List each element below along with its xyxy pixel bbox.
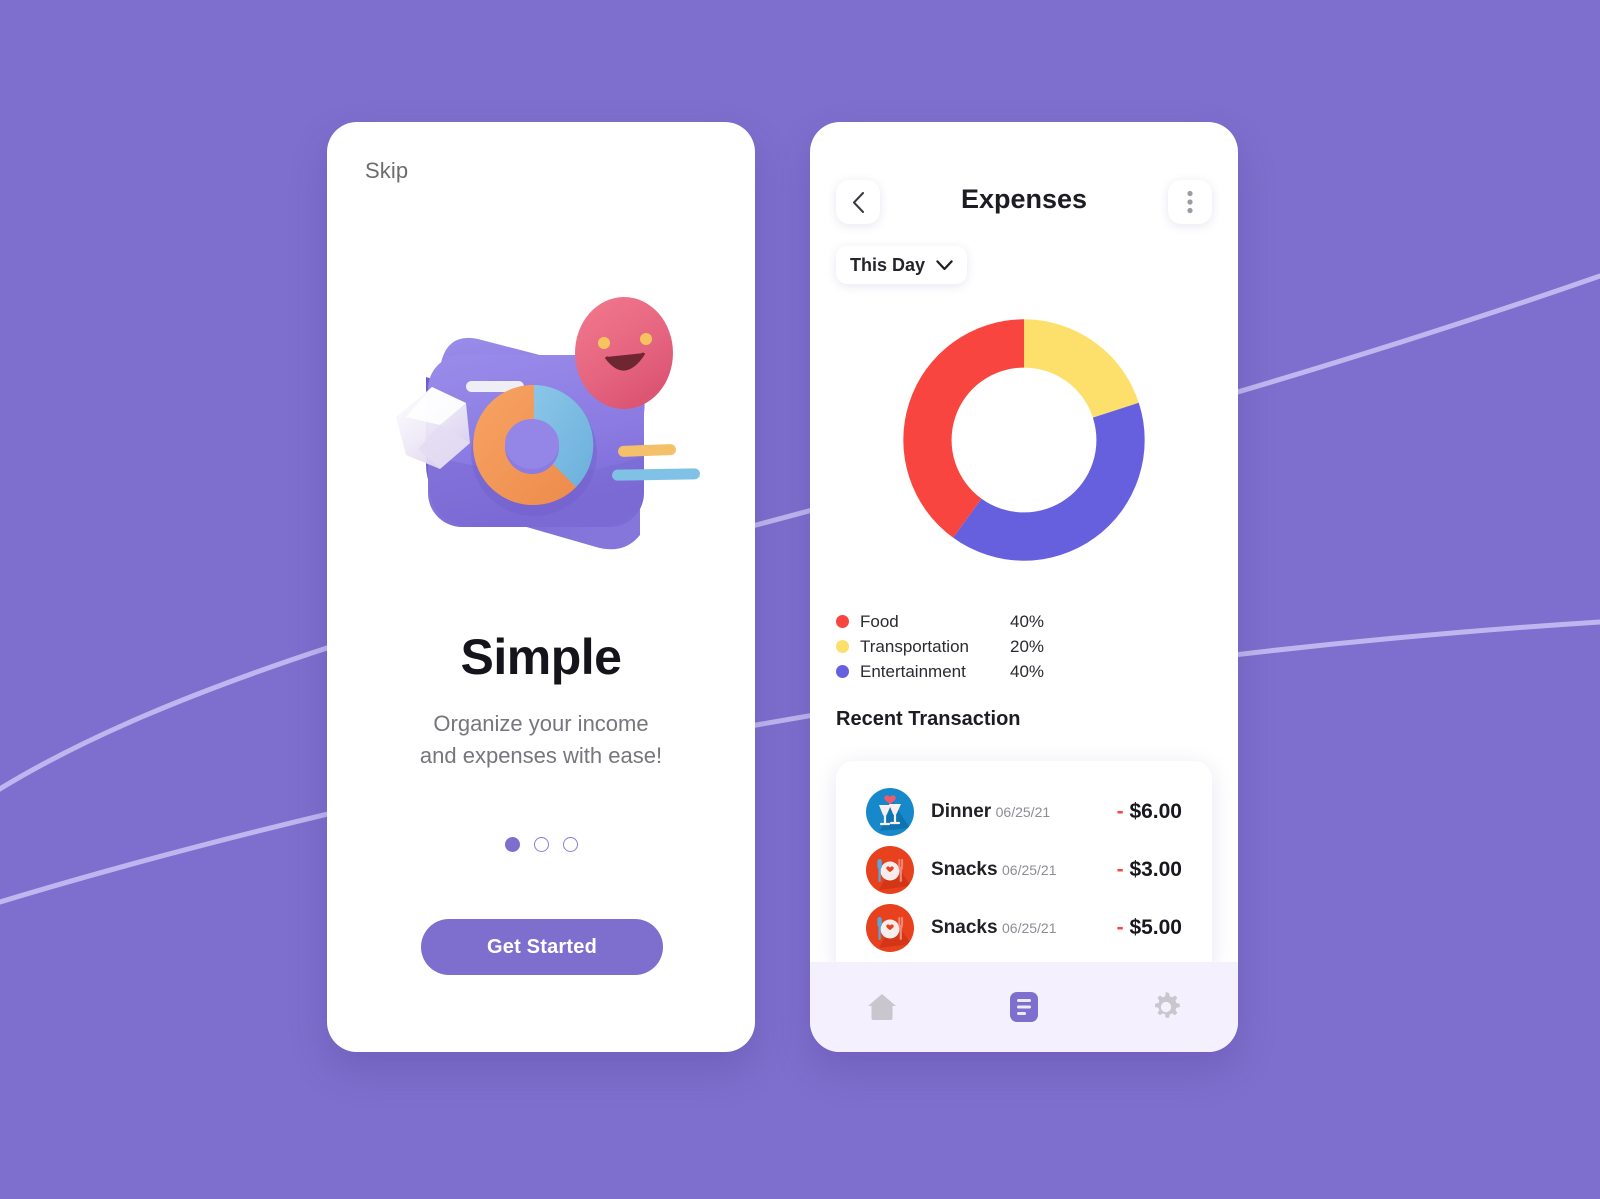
amount-minus-sign: - bbox=[1116, 800, 1124, 823]
page-subtitle: Organize your income and expenses with e… bbox=[327, 708, 755, 772]
transaction-row[interactable]: Snacks 06/25/21 - $3.00 bbox=[836, 841, 1212, 899]
document-list-icon bbox=[1010, 992, 1038, 1022]
legend-percent: 20% bbox=[1010, 636, 1045, 656]
chart-legend: Food 40% Transportation 20% Entertainmen… bbox=[836, 609, 1212, 684]
bottom-navigation-bar bbox=[810, 962, 1238, 1052]
get-started-button[interactable]: Get Started bbox=[421, 919, 663, 975]
expenses-screen: Expenses This Day Food 40% Transportatio… bbox=[810, 122, 1238, 1052]
legend-item: Transportation 20% bbox=[836, 634, 1212, 659]
background-decorative-curves bbox=[0, 0, 1600, 1199]
transaction-amount: - $6.00 bbox=[1117, 800, 1182, 824]
pagination-dot-2[interactable] bbox=[533, 837, 549, 852]
amount-minus-sign: - bbox=[1116, 858, 1124, 881]
legend-label: Transportation bbox=[860, 636, 969, 656]
chevron-down-icon bbox=[936, 259, 953, 270]
transaction-date: 06/25/21 bbox=[1002, 920, 1057, 936]
nav-item-reports[interactable] bbox=[1009, 990, 1039, 1024]
gear-icon bbox=[1155, 992, 1180, 1018]
legend-label: Food bbox=[860, 611, 899, 631]
legend-item: Entertainment 40% bbox=[836, 659, 1212, 684]
amount-value: $3.00 bbox=[1129, 858, 1182, 881]
three-dot-menu-icon bbox=[1187, 190, 1193, 214]
subtitle-line-2: and expenses with ease! bbox=[419, 742, 663, 768]
nav-item-home[interactable] bbox=[865, 991, 899, 1023]
transaction-date: 06/25/21 bbox=[1002, 862, 1057, 878]
donut-segment-food bbox=[903, 319, 1024, 538]
onboarding-screen: Skip Simple Organize your income and exp… bbox=[327, 122, 755, 1052]
amount-minus-sign: - bbox=[1116, 916, 1124, 939]
plate-cutlery-icon bbox=[866, 846, 914, 894]
transaction-title: Dinner bbox=[931, 801, 992, 822]
skip-button[interactable]: Skip bbox=[365, 158, 408, 184]
expenses-topbar: Expenses bbox=[810, 180, 1238, 226]
legend-swatch-transportation bbox=[836, 640, 849, 653]
nav-item-settings[interactable] bbox=[1149, 990, 1183, 1024]
legend-label: Entertainment bbox=[860, 661, 966, 681]
legend-percent: 40% bbox=[1010, 611, 1045, 631]
transaction-amount: - $3.00 bbox=[1117, 858, 1182, 882]
transaction-title: Snacks bbox=[931, 917, 998, 938]
transaction-amount: - $5.00 bbox=[1117, 916, 1182, 940]
legend-swatch-entertainment bbox=[836, 665, 849, 678]
pagination-dot-1[interactable] bbox=[504, 837, 520, 852]
transaction-row[interactable]: Snacks 06/25/21 - $5.00 bbox=[836, 899, 1212, 957]
transaction-title: Snacks bbox=[931, 859, 998, 880]
recent-transaction-card: Dinner 06/25/21 - $6.00 Snacks 06/25/21 … bbox=[836, 761, 1212, 976]
period-filter-label: This Day bbox=[850, 254, 926, 275]
home-icon bbox=[868, 994, 896, 1020]
transaction-row[interactable]: Dinner 06/25/21 - $6.00 bbox=[836, 783, 1212, 841]
amount-value: $6.00 bbox=[1129, 800, 1182, 823]
more-options-button[interactable] bbox=[1168, 180, 1212, 224]
transaction-date: 06/25/21 bbox=[995, 804, 1051, 820]
cheers-drinks-icon bbox=[866, 788, 914, 836]
onboarding-illustration bbox=[396, 297, 701, 550]
pagination-dot-3[interactable] bbox=[562, 837, 578, 852]
legend-percent: 40% bbox=[1010, 661, 1045, 681]
recent-transaction-heading: Recent Transaction bbox=[836, 708, 1021, 730]
page-title: Simple bbox=[460, 629, 622, 685]
pagination-dots bbox=[327, 837, 755, 852]
donut-segment-entertainment bbox=[953, 402, 1145, 561]
expenses-donut-chart bbox=[903, 319, 1145, 561]
plate-cutlery-icon bbox=[866, 904, 914, 952]
amount-value: $5.00 bbox=[1129, 916, 1182, 939]
period-filter-dropdown[interactable]: This Day bbox=[836, 246, 968, 284]
legend-swatch-food bbox=[836, 615, 849, 628]
legend-item: Food 40% bbox=[836, 609, 1212, 634]
subtitle-line-1: Organize your income bbox=[433, 711, 649, 736]
donut-segment-transportation bbox=[1024, 319, 1139, 418]
